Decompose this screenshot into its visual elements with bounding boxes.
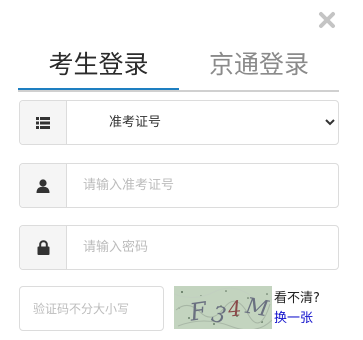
list-icon (36, 116, 50, 129)
password-field (19, 225, 339, 270)
close-button[interactable] (315, 8, 339, 32)
captcha-char-4: M (243, 294, 271, 323)
captcha-image[interactable]: F 3 4 M (173, 286, 273, 331)
captcha-input[interactable] (19, 286, 164, 331)
login-type-addon (20, 101, 67, 144)
lock-icon (37, 240, 49, 255)
username-input[interactable] (67, 164, 338, 207)
user-icon (36, 178, 50, 193)
tab-candidate-login[interactable]: 考生登录 (18, 44, 179, 90)
close-icon (319, 12, 335, 28)
tab-jingtong-login[interactable]: 京通登录 (179, 44, 339, 88)
login-type-field: 准考证号 (19, 100, 339, 145)
captcha-hint: 看不清? (274, 291, 320, 306)
password-addon (20, 226, 67, 269)
login-tabs: 考生登录 京通登录 (18, 44, 339, 92)
username-field (19, 163, 339, 208)
captcha-refresh-link[interactable]: 换一张 (274, 307, 313, 326)
login-type-select[interactable]: 准考证号 (67, 101, 338, 144)
login-panel: 考生登录 京通登录 准考证号 请输入准考证号 验证码不分大小写 F 3 4 M … (0, 0, 363, 340)
captcha-char-3: 4 (226, 296, 243, 321)
password-input[interactable] (67, 226, 338, 269)
username-addon (20, 164, 67, 207)
